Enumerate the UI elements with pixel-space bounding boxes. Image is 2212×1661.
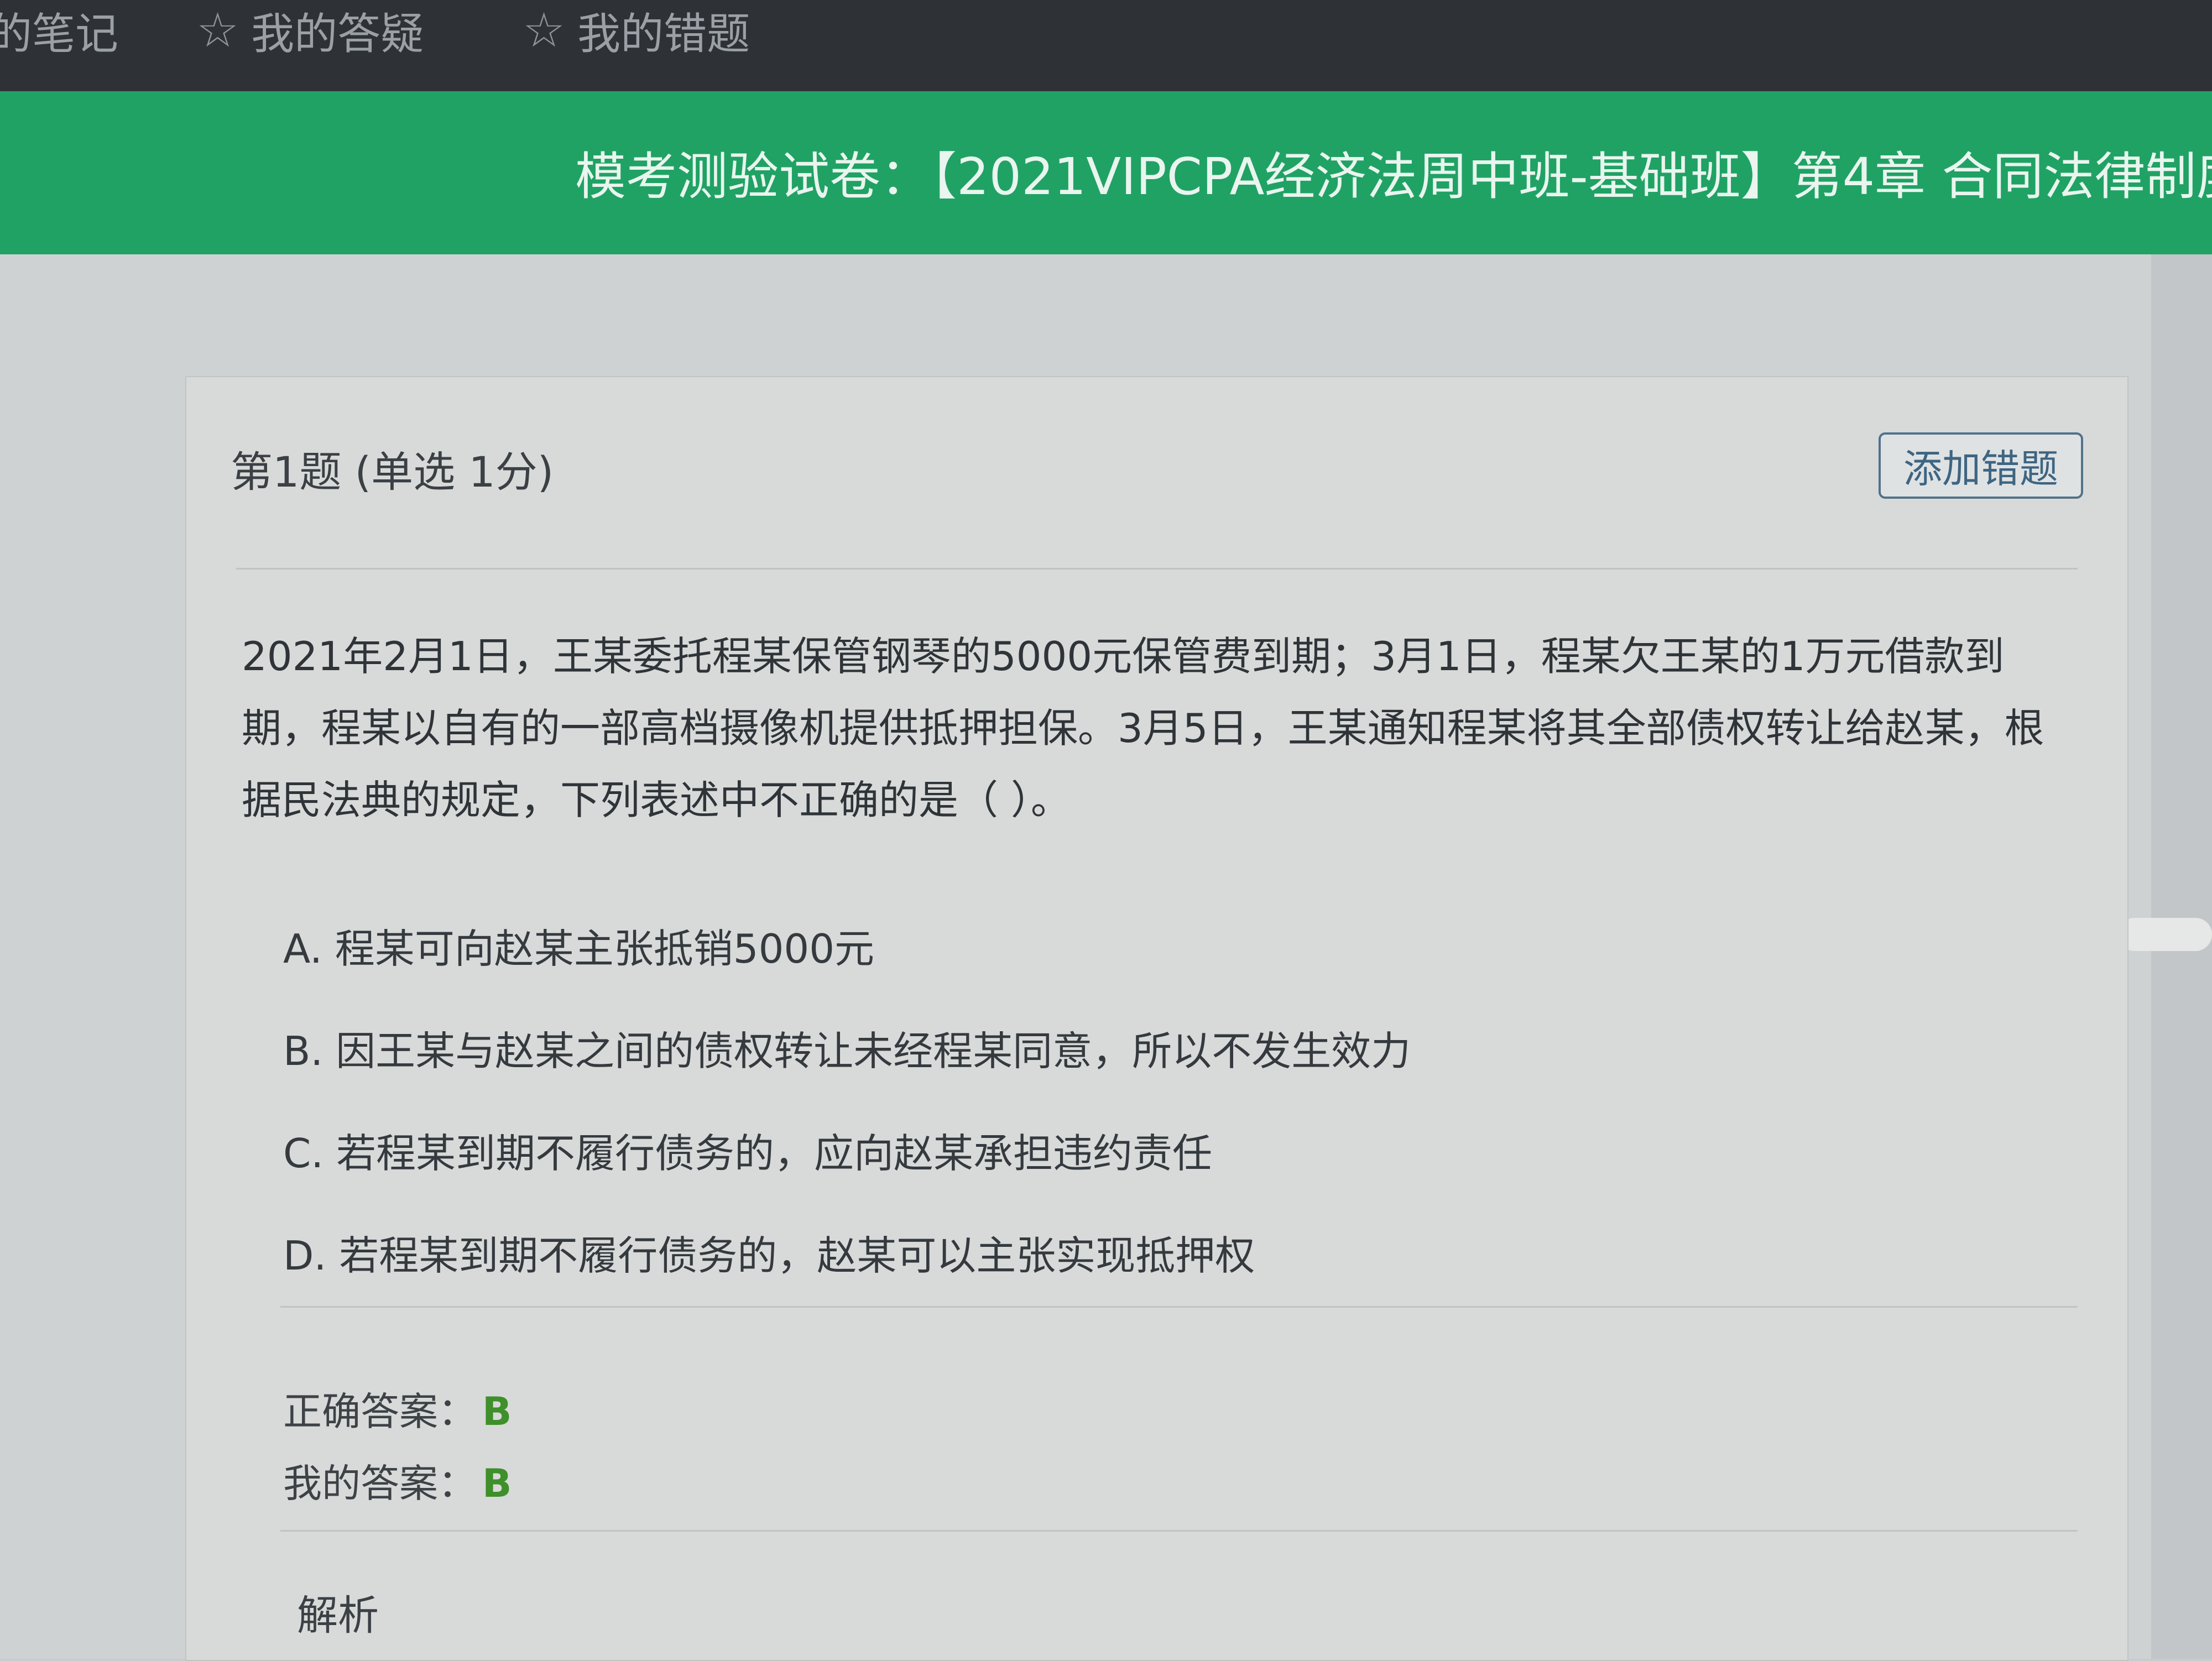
my-answer-row: 我的答案： B [283, 1453, 512, 1508]
my-answer-label: 我的答案： [283, 1461, 477, 1506]
answers-divider [280, 1530, 2078, 1532]
nav-my-questions[interactable]: ☆ 我的答疑 [196, 0, 424, 61]
top-navigation: 的笔记 ☆ 我的答疑 ☆ 我的错题 [0, 0, 2212, 94]
exam-title: 模考测验试卷：【2021VIPCPA经济法周中班-基础班】第4章 合同法律制度-… [575, 147, 2212, 206]
correct-answer-value: B [482, 1389, 512, 1434]
add-wrong-question-button[interactable]: 添加错题 [1879, 432, 2083, 499]
analysis-title: 解析 [297, 1592, 379, 1639]
option-a[interactable]: A. 程某可向赵某主张抵销5000元 [283, 916, 874, 974]
option-c[interactable]: C. 若程某到期不履行债务的，应向赵某承担违约责任 [283, 1121, 1212, 1179]
side-scroll-handle[interactable] [2118, 918, 2212, 951]
header-divider [236, 568, 2078, 570]
question-header: 第1题 (单选 1分) [231, 447, 554, 497]
nav-my-notes[interactable]: 的笔记 [0, 0, 118, 61]
option-d[interactable]: D. 若程某到期不履行债务的，赵某可以主张实现抵押权 [283, 1223, 1255, 1281]
star-icon: ☆ [523, 3, 566, 58]
right-panel-edge [2151, 254, 2212, 1659]
option-b[interactable]: B. 因王某与赵某之间的债权转让未经程某同意，所以不发生效力 [283, 1018, 1411, 1077]
question-card: 第1题 (单选 1分) 添加错题 2021年2月1日，王某委托程某保管钢琴的50… [185, 376, 2128, 1661]
correct-answer-label: 正确答案： [283, 1389, 477, 1434]
nav-my-notes-label: 的笔记 [0, 9, 119, 59]
question-text: 2021年2月1日，王某委托程某保管钢琴的5000元保管费到期；3月1日，程某欠… [242, 633, 2044, 823]
my-answer-value: B [482, 1461, 512, 1506]
nav-my-wrong-questions-label: 我的错题 [577, 9, 750, 59]
nav-my-questions-label: 我的答疑 [251, 9, 424, 59]
exam-title-bar: 模考测验试卷：【2021VIPCPA经济法周中班-基础班】第4章 合同法律制度-… [0, 91, 2212, 254]
nav-my-wrong-questions[interactable]: ☆ 我的错题 [523, 0, 750, 61]
options-divider [280, 1306, 2078, 1308]
correct-answer-row: 正确答案： B [283, 1381, 512, 1437]
star-icon: ☆ [196, 3, 239, 58]
